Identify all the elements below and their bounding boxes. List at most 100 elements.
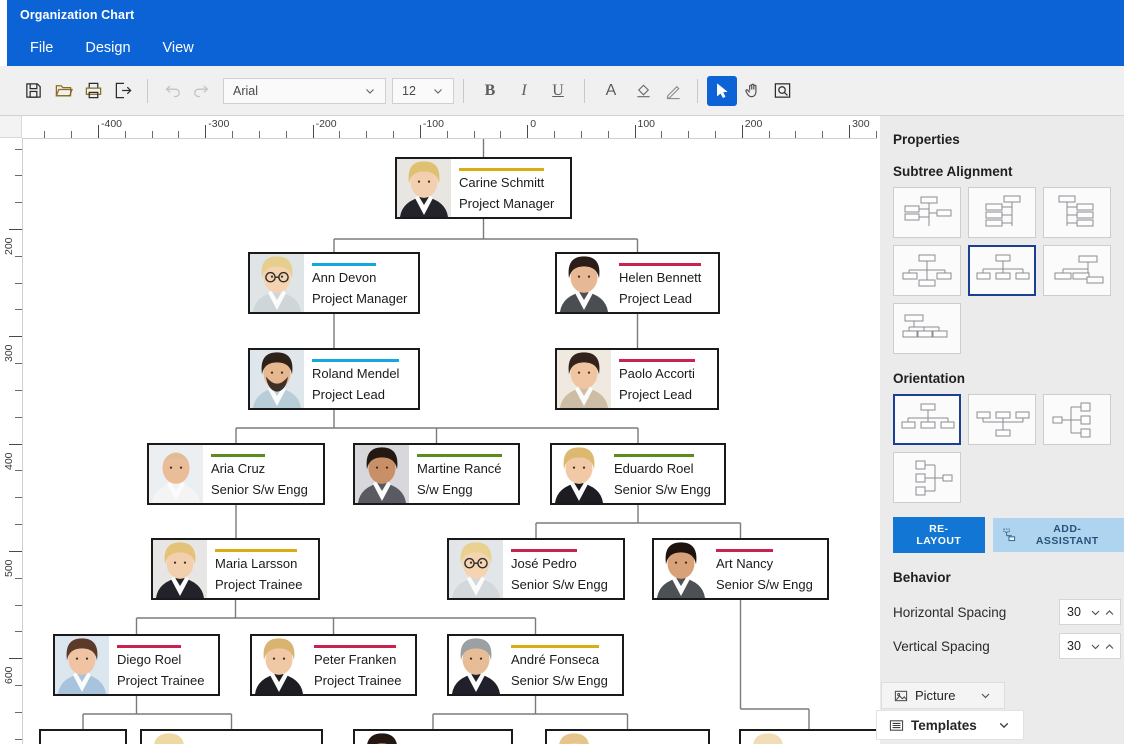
org-node[interactable]: Martine Rancé S/w Engg: [353, 443, 520, 505]
picture-panel-toggle[interactable]: Picture: [881, 682, 1005, 709]
ruler-tick: [15, 712, 22, 713]
font-family-select[interactable]: Arial: [223, 78, 386, 104]
pan-tool-icon[interactable]: [737, 76, 767, 106]
align-compact-left[interactable]: [893, 303, 961, 354]
org-node[interactable]: José Pedro Senior S/w Engg: [447, 538, 625, 600]
org-node[interactable]: Ann Devon Project Manager: [248, 252, 420, 314]
open-icon[interactable]: [48, 76, 78, 106]
ruler-tick: [795, 131, 796, 138]
ruler-label: -400: [101, 118, 122, 130]
node-role: Project Trainee: [215, 577, 312, 592]
font-size-select[interactable]: 12: [392, 78, 454, 104]
add-assistant-label: ADD-ASSISTANT: [1023, 523, 1112, 547]
undo-icon[interactable]: [157, 76, 187, 106]
fill-color-icon[interactable]: [628, 76, 658, 106]
templates-panel-toggle[interactable]: Templates: [876, 710, 1024, 740]
ruler-label: -200: [316, 118, 337, 130]
font-color-icon[interactable]: A: [594, 76, 628, 106]
align-staggered[interactable]: [1043, 245, 1111, 296]
align-center-split[interactable]: [893, 187, 961, 238]
avatar: [557, 254, 611, 312]
zoom-tool-icon[interactable]: [767, 76, 797, 106]
ruler-tick: [420, 125, 421, 138]
org-node[interactable]: [353, 729, 513, 744]
vertical-spacing-stepper[interactable]: 30: [1059, 633, 1121, 659]
node-role: S/w Engg: [417, 482, 512, 497]
orientation-bottom-up[interactable]: [968, 394, 1036, 445]
orientation-left-right[interactable]: [1043, 394, 1111, 445]
node-name: José Pedro: [511, 549, 577, 573]
ruler-label: 500: [3, 559, 15, 577]
org-node[interactable]: Carine Schmitt Project Manager: [395, 157, 572, 219]
orientation-right-left[interactable]: [893, 452, 961, 503]
subtree-alignment-options: [880, 187, 1111, 354]
org-node[interactable]: Eduardo Roel Senior S/w Engg: [550, 443, 726, 505]
org-node[interactable]: Diego Roel Project Trainee: [53, 634, 220, 696]
node-role: Senior S/w Engg: [211, 482, 317, 497]
org-node[interactable]: Aria Cruz Senior S/w Engg: [147, 443, 325, 505]
org-node[interactable]: [39, 729, 127, 744]
org-node[interactable]: [739, 729, 877, 744]
select-tool-icon[interactable]: [707, 76, 737, 106]
export-icon[interactable]: [108, 76, 138, 106]
chevron-down-icon: [432, 85, 453, 97]
ruler-tick: [581, 131, 582, 138]
ruler-tick: [608, 131, 609, 138]
org-node[interactable]: Art Nancy Senior S/w Engg: [652, 538, 829, 600]
menu-view[interactable]: View: [147, 37, 210, 59]
node-name: Roland Mendel: [312, 359, 399, 383]
assistant-icon: [1001, 528, 1016, 543]
vertical-spacing-label: Vertical Spacing: [893, 639, 1059, 654]
node-role: Senior S/w Engg: [511, 577, 617, 592]
node-name: Ann Devon: [312, 263, 376, 287]
menu-file[interactable]: File: [14, 37, 69, 59]
align-right-stack[interactable]: [968, 187, 1036, 238]
chevron-up-icon[interactable]: [1103, 606, 1116, 619]
org-node[interactable]: [545, 729, 710, 744]
node-role: Project Manager: [312, 291, 412, 306]
ruler-label: 400: [3, 452, 15, 470]
org-node[interactable]: Roland Mendel Project Lead: [248, 348, 420, 410]
chart-canvas[interactable]: Carine Schmitt Project Manager Ann Devon…: [22, 138, 877, 744]
menu-design[interactable]: Design: [69, 37, 146, 59]
picture-icon: [894, 689, 908, 703]
org-node[interactable]: [140, 729, 323, 744]
org-node[interactable]: Paolo Accorti Project Lead: [555, 348, 719, 410]
ruler-tick: [688, 131, 689, 138]
horizontal-spacing-stepper[interactable]: 30: [1059, 599, 1121, 625]
ruler-tick: [15, 202, 22, 203]
chevron-down-icon[interactable]: [1089, 640, 1102, 653]
add-assistant-button[interactable]: ADD-ASSISTANT: [993, 518, 1124, 552]
orientation-label: Orientation: [880, 354, 1124, 394]
org-node[interactable]: Peter Franken Project Trainee: [250, 634, 417, 696]
align-horizontal[interactable]: [968, 245, 1036, 296]
avatar: [250, 350, 304, 408]
ruler-label: 200: [3, 237, 15, 255]
ruler-tick: [635, 125, 636, 138]
templates-icon: [889, 718, 904, 733]
redo-icon[interactable]: [187, 76, 217, 106]
orientation-top-down[interactable]: [893, 394, 961, 445]
toolbar-separator-3: [584, 79, 585, 103]
ruler-tick: [366, 131, 367, 138]
node-role: Senior S/w Engg: [511, 673, 616, 688]
align-left-stack[interactable]: [1043, 187, 1111, 238]
avatar: [355, 731, 409, 744]
org-node[interactable]: André Fonseca Senior S/w Engg: [447, 634, 624, 696]
align-center-both[interactable]: [893, 245, 961, 296]
italic-button[interactable]: I: [507, 76, 541, 106]
font-family-value: Arial: [224, 84, 364, 98]
chevron-up-icon[interactable]: [1103, 640, 1116, 653]
print-icon[interactable]: [78, 76, 108, 106]
org-node[interactable]: Helen Bennett Project Lead: [555, 252, 720, 314]
ruler-tick: [15, 149, 22, 150]
re-layout-button[interactable]: RE-LAYOUT: [893, 517, 985, 553]
chevron-down-icon[interactable]: [1089, 606, 1102, 619]
ruler-tick: [15, 685, 22, 686]
org-node[interactable]: Maria Larsson Project Trainee: [151, 538, 320, 600]
ruler-tick: [527, 125, 528, 138]
underline-button[interactable]: U: [541, 76, 575, 106]
bold-button[interactable]: B: [473, 76, 507, 106]
line-color-icon[interactable]: [658, 76, 688, 106]
save-icon[interactable]: [18, 76, 48, 106]
